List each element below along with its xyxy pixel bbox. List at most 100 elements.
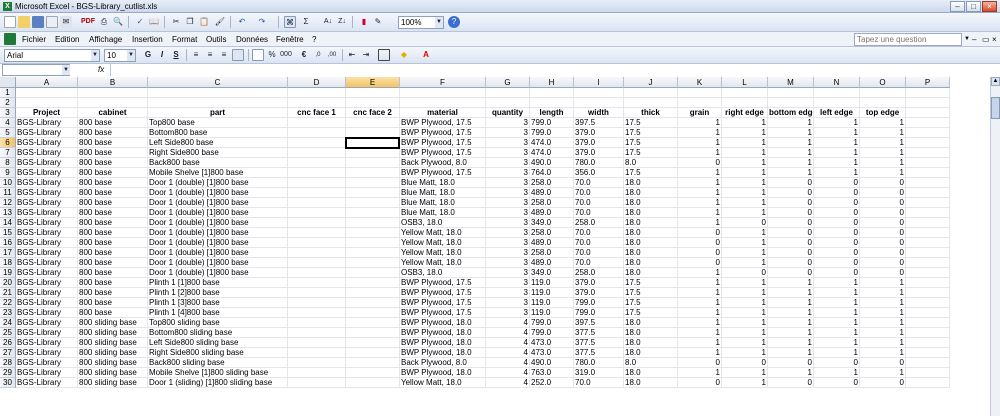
row-header-29[interactable]: 29 — [0, 368, 16, 378]
cell[interactable]: BGS-Library — [16, 258, 78, 268]
cell[interactable]: 490.0 — [530, 158, 574, 168]
cell[interactable] — [346, 298, 400, 308]
cell[interactable]: 1 — [814, 368, 860, 378]
cell[interactable]: BWP Plywood, 17.5 — [400, 288, 486, 298]
cell[interactable]: 3 — [486, 218, 530, 228]
cell[interactable] — [906, 138, 950, 148]
cell[interactable]: Left Side800 sliding base — [148, 338, 288, 348]
cell[interactable]: 780.0 — [574, 158, 624, 168]
cell[interactable]: 1 — [814, 308, 860, 318]
cell[interactable]: 18.0 — [624, 248, 678, 258]
cell[interactable] — [288, 148, 346, 158]
cell[interactable]: 70.0 — [574, 378, 624, 388]
row-header-15[interactable]: 15 — [0, 228, 16, 238]
cell[interactable]: 379.0 — [574, 128, 624, 138]
fx-icon[interactable]: fx — [98, 65, 104, 74]
insert-hyperlink-icon[interactable]: ⌘ — [284, 16, 296, 28]
cell[interactable]: BWP Plywood, 17.5 — [400, 278, 486, 288]
chart-wizard-icon[interactable]: ▮ — [358, 16, 370, 28]
cell[interactable]: 1 — [678, 128, 722, 138]
cell[interactable] — [906, 348, 950, 358]
research-icon[interactable]: 📖 — [148, 16, 160, 28]
cell[interactable] — [78, 98, 148, 108]
cell[interactable]: 1 — [860, 128, 906, 138]
cell[interactable] — [722, 88, 768, 98]
cell[interactable]: 0 — [814, 188, 860, 198]
cell[interactable]: Door 1 (double) [1]800 base — [148, 178, 288, 188]
cell[interactable]: 1 — [722, 158, 768, 168]
column-header-h[interactable]: H — [530, 77, 574, 88]
cell[interactable] — [346, 258, 400, 268]
cell[interactable] — [906, 338, 950, 348]
cell[interactable]: 17.5 — [624, 288, 678, 298]
cell[interactable]: 1 — [678, 278, 722, 288]
cell[interactable]: 800 base — [78, 128, 148, 138]
cell[interactable]: OSB3, 18.0 — [400, 218, 486, 228]
column-header-l[interactable]: L — [722, 77, 768, 88]
cell[interactable]: 799.0 — [530, 318, 574, 328]
cell[interactable]: 70.0 — [574, 258, 624, 268]
cell[interactable]: Blue Matt, 18.0 — [400, 198, 486, 208]
cell[interactable] — [288, 168, 346, 178]
cell[interactable]: 1 — [722, 258, 768, 268]
cell[interactable]: 8.0 — [624, 158, 678, 168]
cell[interactable]: 0 — [678, 158, 722, 168]
cell[interactable]: 1 — [860, 118, 906, 128]
cell[interactable]: 1 — [678, 318, 722, 328]
cell[interactable]: 800 sliding base — [78, 318, 148, 328]
cell[interactable]: BWP Plywood, 17.5 — [400, 168, 486, 178]
cell[interactable]: 18.0 — [624, 258, 678, 268]
redo-icon[interactable]: ↷ — [256, 16, 268, 28]
cell[interactable] — [400, 88, 486, 98]
cell[interactable]: 800 base — [78, 268, 148, 278]
cell[interactable]: 18.0 — [624, 318, 678, 328]
header-cell[interactable]: top edge — [860, 108, 906, 118]
cell[interactable]: 0 — [814, 198, 860, 208]
cell[interactable] — [906, 298, 950, 308]
cell[interactable]: 1 — [722, 228, 768, 238]
cell[interactable]: 0 — [768, 198, 814, 208]
column-header-e[interactable]: E — [346, 77, 400, 88]
cell[interactable]: 3 — [486, 198, 530, 208]
cell[interactable]: BGS-Library — [16, 138, 78, 148]
merge-center-icon[interactable] — [232, 49, 244, 61]
cell[interactable] — [288, 218, 346, 228]
cell[interactable]: 1 — [768, 138, 814, 148]
cell[interactable]: 0 — [814, 208, 860, 218]
row-header-13[interactable]: 13 — [0, 208, 16, 218]
menu-help[interactable]: ? — [312, 33, 316, 46]
cell[interactable]: 379.0 — [574, 138, 624, 148]
cell[interactable] — [346, 128, 400, 138]
cell[interactable] — [288, 128, 346, 138]
cell[interactable]: 17.5 — [624, 298, 678, 308]
cell[interactable]: 1 — [722, 198, 768, 208]
cell[interactable]: Door 1 (double) [1]800 base — [148, 188, 288, 198]
cell[interactable]: 4 — [486, 328, 530, 338]
cell[interactable] — [906, 368, 950, 378]
cell[interactable]: 1 — [860, 138, 906, 148]
cell[interactable] — [860, 88, 906, 98]
row-header-23[interactable]: 23 — [0, 308, 16, 318]
cell[interactable] — [288, 348, 346, 358]
cell[interactable]: BGS-Library — [16, 298, 78, 308]
cell[interactable]: 258.0 — [530, 198, 574, 208]
cell[interactable] — [288, 178, 346, 188]
cell[interactable]: 1 — [678, 218, 722, 228]
cell[interactable]: BGS-Library — [16, 248, 78, 258]
cell[interactable]: 1 — [768, 318, 814, 328]
cell[interactable] — [346, 168, 400, 178]
cell[interactable]: Door 1 (double) [1]800 base — [148, 218, 288, 228]
cell[interactable]: BGS-Library — [16, 338, 78, 348]
cell[interactable] — [346, 88, 400, 98]
cell[interactable]: Left Side800 base — [148, 138, 288, 148]
cell[interactable]: BWP Plywood, 17.5 — [400, 118, 486, 128]
cell[interactable] — [906, 328, 950, 338]
row-header-1[interactable]: 1 — [0, 88, 16, 98]
cell[interactable]: Door 1 (double) [1]800 base — [148, 228, 288, 238]
cell[interactable]: 3 — [486, 248, 530, 258]
cell[interactable]: Door 1 (double) [1]800 base — [148, 208, 288, 218]
cell[interactable]: 0 — [814, 268, 860, 278]
row-header-19[interactable]: 19 — [0, 268, 16, 278]
cell[interactable]: 799.0 — [574, 298, 624, 308]
cell[interactable]: 1 — [722, 298, 768, 308]
